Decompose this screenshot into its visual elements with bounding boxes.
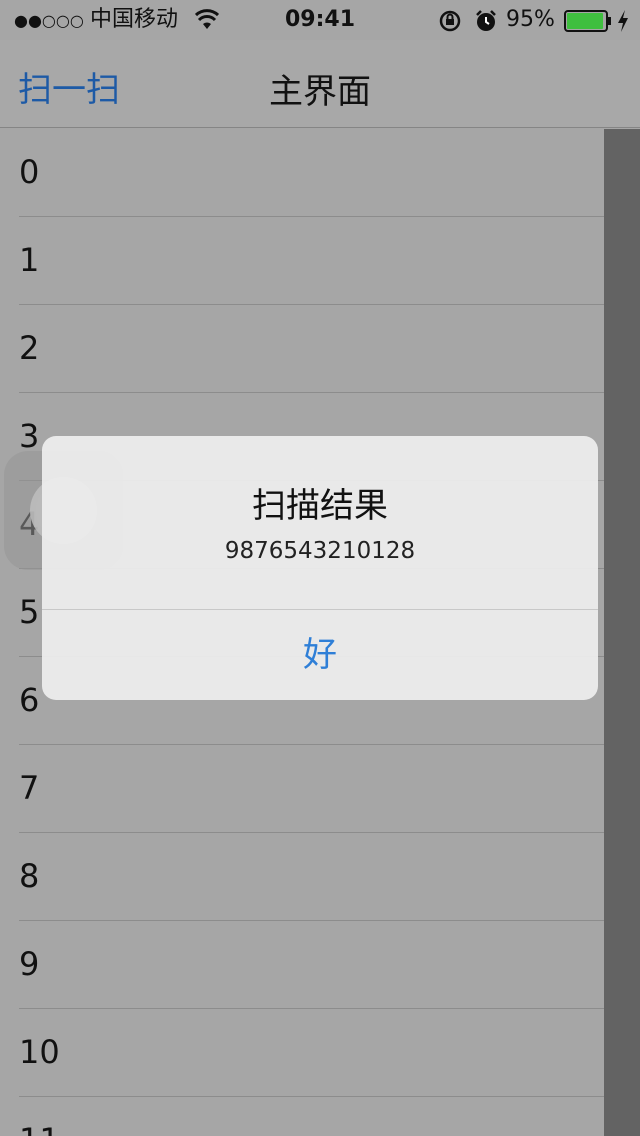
- page-title: 主界面: [269, 72, 371, 112]
- alert-dialog: 扫描结果 9876543210128 好: [42, 436, 598, 700]
- charging-bolt-icon: [616, 9, 630, 40]
- list-item[interactable]: 11: [0, 1097, 604, 1136]
- list-item-label: 7: [19, 769, 40, 807]
- list-item-label: 1: [19, 241, 40, 279]
- battery-icon: [564, 10, 612, 32]
- list-item[interactable]: 0: [0, 129, 604, 217]
- list-item[interactable]: 7: [0, 745, 604, 833]
- list-item-label: 6: [19, 681, 40, 719]
- battery-percent: 95%: [506, 7, 555, 32]
- list-item[interactable]: 2: [0, 305, 604, 393]
- list-item[interactable]: 8: [0, 833, 604, 921]
- list-item-label: 11: [19, 1121, 60, 1136]
- rotation-lock-icon: [438, 9, 462, 40]
- list-item[interactable]: 10: [0, 1009, 604, 1097]
- alarm-icon: [474, 9, 498, 40]
- alert-title: 扫描结果: [252, 486, 388, 526]
- list-item-label: 3: [19, 417, 40, 455]
- status-bar: ●●○○○ 中国移动 09:41 95%: [0, 0, 640, 40]
- list-item-label: 5: [19, 593, 40, 631]
- list-item-label: 10: [19, 1033, 60, 1071]
- scroll-track: [604, 129, 640, 1136]
- list-item[interactable]: 9: [0, 921, 604, 1009]
- list-item-label: 2: [19, 329, 40, 367]
- list-item-label: 9: [19, 945, 40, 983]
- list-item-label: 8: [19, 857, 40, 895]
- alert-message: 9876543210128: [224, 538, 416, 564]
- alert-ok-button[interactable]: 好: [42, 610, 598, 700]
- navigation-bar: 扫一扫 主界面: [0, 40, 640, 128]
- list-item[interactable]: 1: [0, 217, 604, 305]
- list-item-label: 0: [19, 153, 40, 191]
